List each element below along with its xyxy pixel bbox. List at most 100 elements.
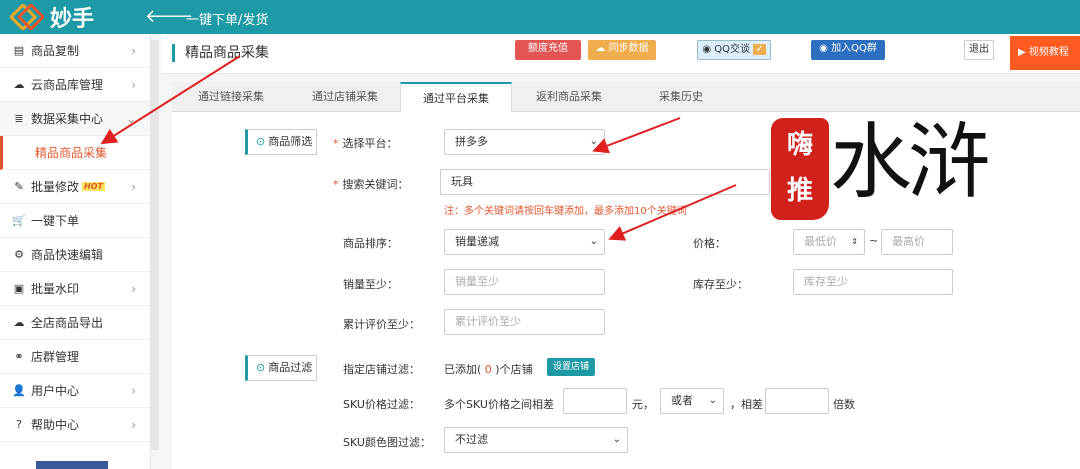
sidebar-item-cloud-library[interactable]: ☁ 云商品库管理 › <box>0 68 150 102</box>
price-min-input[interactable]: 最低价 ⇕ <box>793 229 865 255</box>
sidebar-item-label: 一键下单 <box>31 214 80 228</box>
section-product-exclude: ⊙ 商品过滤 <box>245 355 317 381</box>
video-tutorial-button[interactable]: ▶ 视频教程 <box>1010 36 1080 70</box>
chevron-right-icon: › <box>131 180 136 194</box>
sidebar-subitem-premium-collect[interactable]: 精品商品采集 <box>0 136 150 170</box>
keyword-label-text: 搜索关键词： <box>342 178 409 191</box>
sku-times-text: 倍数 <box>833 398 855 411</box>
sidebar-item-label: 帮助中心 <box>31 418 80 432</box>
shop-count: 0 <box>484 363 492 376</box>
set-shop-button[interactable]: 设置店铺 <box>547 358 596 376</box>
tab-by-store[interactable]: 通过店铺采集 <box>290 82 400 112</box>
shop-added-text: 已添加( 0 )个店铺 <box>444 361 533 377</box>
sku-color-value: 不过滤 <box>455 433 488 446</box>
platform-select[interactable]: 拼多多 ⌄ <box>444 129 605 155</box>
price-tilde: ~ <box>869 234 879 247</box>
sync-label: 同步数据 <box>608 43 649 54</box>
chevron-right-icon: › <box>131 384 136 398</box>
gears-icon: ⚙ <box>14 248 24 261</box>
sku-price-text: 多个SKU价格之间相差 <box>444 398 554 411</box>
tab-by-link[interactable]: 通过链接采集 <box>172 82 290 112</box>
sidebar-item-quick-edit[interactable]: ⚙ 商品快速编辑 <box>0 238 150 272</box>
chevron-right-icon: › <box>131 78 136 92</box>
sidebar-item-batch-watermark[interactable]: ▣ 批量水印 › <box>0 272 150 306</box>
seal-char-1: 嗨 <box>786 130 813 160</box>
sidebar-item-label: 商品复制 <box>31 44 80 58</box>
review-label: 累计评价至少： <box>343 318 420 331</box>
edit-icon: ✎ <box>14 180 24 193</box>
top-bar: 妙手 🡐 一键下单/发货 <box>0 0 1080 34</box>
sales-label: 销量至少： <box>343 278 398 291</box>
sku-or-value: 或者 <box>671 394 693 407</box>
chevron-down-icon: ⌄ <box>708 395 717 406</box>
sidebar: ▤ 商品复制 › ☁ 云商品库管理 › ≣ 数据采集中心 ⌄ 精品商品采集 ✎ … <box>0 34 151 469</box>
section-label: 商品筛选 <box>268 135 313 148</box>
sku-multiple-input[interactable] <box>765 388 829 414</box>
sidebar-scrollbar[interactable] <box>151 40 159 450</box>
qq-chat-button[interactable]: ◉ QQ交谈 ✓ <box>697 40 771 60</box>
tab-by-platform[interactable]: 通过平台采集 <box>400 82 512 113</box>
chevron-down-icon: ⌄ <box>589 236 598 247</box>
share-icon: ⚭ <box>14 350 24 363</box>
section-label: 商品过滤 <box>268 361 313 374</box>
page-title: 精品商品采集 <box>172 44 269 62</box>
user-icon: 👤 <box>12 384 26 397</box>
join-qq-group-button[interactable]: ◉ 加入QQ群 <box>811 40 885 60</box>
sku-logic-select[interactable]: 或者 ⌄ <box>660 388 724 414</box>
shop-filter-label: 指定店铺过滤： <box>343 363 420 376</box>
cart-icon: 🛒 <box>12 214 26 227</box>
sku-unit: 元， <box>632 398 654 411</box>
platform-label-text: 选择平台： <box>342 137 398 150</box>
watermark-seal: 嗨 推 <box>771 118 829 220</box>
video-icon: ▶ <box>1018 47 1026 58</box>
watermark-text: 水浒 <box>830 115 990 210</box>
sidebar-item-store-group[interactable]: ⚭ 店群管理 <box>0 340 150 374</box>
circle-icon: ⊙ <box>256 135 266 148</box>
sidebar-item-label: 店群管理 <box>31 350 80 364</box>
chevron-down-icon: ⌄ <box>589 136 598 147</box>
sku-color-label: SKU颜色图过滤： <box>343 436 431 449</box>
chevron-right-icon: › <box>131 418 136 432</box>
sidebar-item-export[interactable]: ☁ 全店商品导出 <box>0 306 150 340</box>
sidebar-item-help[interactable]: ? 帮助中心 › <box>0 408 150 442</box>
hot-badge: HOT <box>82 182 105 191</box>
stock-label: 库存至少： <box>693 278 748 291</box>
top-title[interactable]: 一键下单/发货 <box>186 9 268 28</box>
sidebar-item-label: 全店商品导出 <box>31 316 104 330</box>
exit-button[interactable]: 退出 <box>964 40 994 60</box>
sku-color-select[interactable]: 不过滤 ⌄ <box>444 427 628 453</box>
shop-added-pre: 已添加( <box>444 363 482 376</box>
sidebar-item-product-copy[interactable]: ▤ 商品复制 › <box>0 34 150 68</box>
sort-label: 商品排序： <box>343 237 398 250</box>
review-min-input[interactable]: 累计评价至少 <box>444 309 605 335</box>
price-max-input[interactable]: 最高价 <box>881 229 953 255</box>
seal-char-2: 推 <box>786 176 813 206</box>
help-icon: ? <box>16 418 22 431</box>
sidebar-bottom-banner[interactable] <box>36 461 108 469</box>
tab-history[interactable]: 采集历史 <box>626 82 736 112</box>
app-logo[interactable]: 妙手 <box>8 2 95 32</box>
recharge-button[interactable]: 额度充值 <box>515 40 581 60</box>
qq-label: QQ交谈 <box>714 44 751 55</box>
sort-value: 销量递减 <box>455 235 499 248</box>
sales-min-input[interactable]: 销量至少 <box>444 269 605 295</box>
sidebar-item-label: 商品快速编辑 <box>31 248 104 262</box>
sync-data-button[interactable]: ☁ 同步数据 <box>588 40 656 60</box>
group-icon: ◉ <box>819 43 828 54</box>
sidebar-item-user-center[interactable]: 👤 用户中心 › <box>0 374 150 408</box>
check-icon: ✓ <box>753 44 766 55</box>
sku-diff-text: ，相差 <box>730 398 763 411</box>
sidebar-item-batch-edit[interactable]: ✎ 批量修改 HOT › <box>0 170 150 204</box>
app-name: 妙手 <box>50 7 95 32</box>
sidebar-item-data-collection[interactable]: ≣ 数据采集中心 ⌄ <box>0 102 150 136</box>
tab-rebate[interactable]: 返利商品采集 <box>512 82 626 112</box>
circle-icon: ⊙ <box>256 361 266 374</box>
platform-value: 拼多多 <box>455 135 488 148</box>
video-label: 视频教程 <box>1028 47 1069 58</box>
sidebar-item-label: 批量修改 <box>31 180 80 194</box>
keyword-input[interactable]: 玩具 <box>440 169 770 195</box>
sku-price-diff-input[interactable] <box>563 388 627 414</box>
sort-select[interactable]: 销量递减 ⌄ <box>444 229 605 255</box>
sidebar-item-one-click-order[interactable]: 🛒 一键下单 <box>0 204 150 238</box>
stock-min-input[interactable]: 库存至少 <box>793 269 953 295</box>
